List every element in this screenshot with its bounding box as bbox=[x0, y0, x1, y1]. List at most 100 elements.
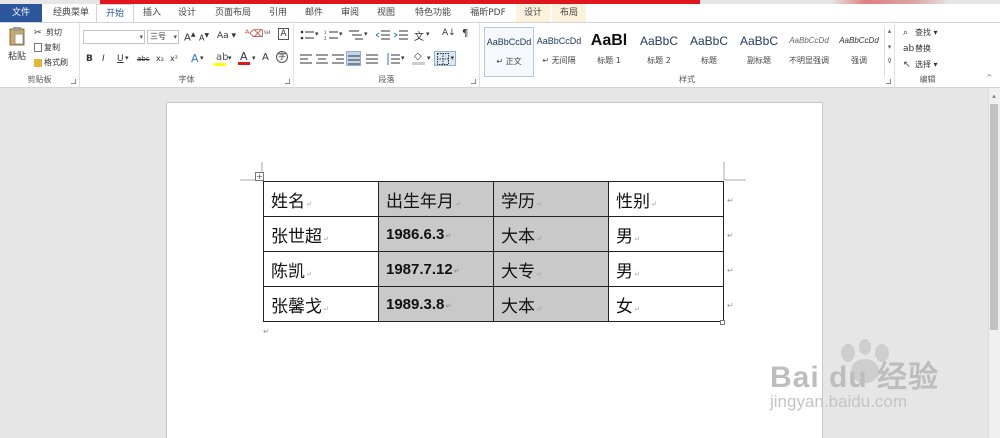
italic-button[interactable]: I bbox=[102, 54, 105, 64]
table-move-handle-icon[interactable]: + bbox=[255, 172, 264, 181]
align-left-icon[interactable] bbox=[300, 54, 312, 64]
line-spacing-dropdown-icon[interactable]: ▾ bbox=[401, 54, 405, 62]
copy-button[interactable]: 复制 bbox=[34, 42, 60, 53]
align-center-icon[interactable] bbox=[316, 54, 328, 64]
tab-table-design[interactable]: 设计 bbox=[516, 4, 550, 22]
style-no-spacing[interactable]: AaBbCcDd ↵ 无间隔 bbox=[534, 27, 584, 77]
grow-font-button[interactable]: A▲ bbox=[184, 31, 195, 43]
table-cell[interactable]: 男↵ bbox=[608, 216, 724, 252]
chinese-layout-dropdown-icon[interactable]: ▾ bbox=[426, 30, 430, 38]
style-emphasis[interactable]: AaBbCcDd 强调 bbox=[834, 27, 884, 77]
show-marks-icon[interactable]: ¶ bbox=[462, 28, 468, 39]
tab-view[interactable]: 视图 bbox=[371, 4, 401, 22]
table-cell[interactable]: 姓名↵ bbox=[263, 181, 379, 217]
table-cell[interactable]: 学历↵ bbox=[493, 181, 609, 217]
text-effects-dropdown-icon[interactable]: ▾ bbox=[200, 54, 204, 62]
tab-mailings[interactable]: 邮件 bbox=[299, 4, 329, 22]
shrink-font-button[interactable]: A▼ bbox=[199, 32, 209, 43]
paragraph-launcher-icon[interactable] bbox=[471, 79, 476, 84]
style-subtitle[interactable]: AaBbC 副标题 bbox=[734, 27, 784, 77]
char-shading-icon[interactable]: A bbox=[262, 52, 269, 63]
font-size-combo[interactable]: 三号 ▾ bbox=[147, 30, 179, 44]
tab-page-layout[interactable]: 页面布局 bbox=[208, 4, 258, 22]
table-cell[interactable]: 女↵ bbox=[608, 286, 724, 322]
cut-button[interactable]: ✂ 剪切 bbox=[34, 27, 62, 38]
table-cell[interactable]: 男↵ bbox=[608, 251, 724, 287]
style-normal[interactable]: AaBbCcDd ↵ 正文 bbox=[484, 27, 534, 77]
tab-references[interactable]: 引用 bbox=[263, 4, 293, 22]
highlight-icon[interactable]: ab bbox=[214, 52, 228, 66]
borders-button[interactable]: ▾ bbox=[434, 51, 456, 66]
table-cell[interactable]: 大本↵ bbox=[493, 216, 609, 252]
style-title[interactable]: AaBbC 标题 bbox=[684, 27, 734, 77]
numbering-dropdown-icon[interactable]: ▾ bbox=[339, 30, 343, 38]
clear-formatting-icon[interactable]: ᴬ⌫ bbox=[245, 29, 263, 40]
table-cell[interactable]: 张馨戈↵ bbox=[263, 286, 379, 322]
table-cell[interactable]: 1986.6.3↵ bbox=[378, 216, 494, 252]
replace-button[interactable]: ab替换 bbox=[903, 43, 931, 54]
enclose-char-icon[interactable]: 字 bbox=[276, 51, 288, 63]
line-spacing-icon[interactable] bbox=[386, 53, 400, 65]
more-styles-icon[interactable]: ⊽ bbox=[885, 57, 894, 65]
clipboard-launcher-icon[interactable] bbox=[71, 79, 76, 84]
style-heading-1[interactable]: AaBl 标题 1 bbox=[584, 27, 634, 77]
tab-design[interactable]: 设计 bbox=[172, 4, 202, 22]
table-cell[interactable]: 1989.3.8↵ bbox=[378, 286, 494, 322]
numbering-icon[interactable]: 12 bbox=[324, 30, 338, 40]
table-cell[interactable]: 陈凯↵ bbox=[263, 251, 379, 287]
table-cell[interactable]: 大本↵ bbox=[493, 286, 609, 322]
tab-insert[interactable]: 插入 bbox=[137, 4, 167, 22]
tab-home[interactable]: 开始 bbox=[96, 4, 134, 22]
tab-foxit-pdf[interactable]: 福昕PDF bbox=[463, 4, 513, 22]
align-right-icon[interactable] bbox=[332, 54, 344, 64]
multilevel-dropdown-icon[interactable]: ▾ bbox=[364, 30, 368, 38]
strikethrough-button[interactable]: abc bbox=[137, 55, 150, 63]
find-button[interactable]: ⌕ 查找 ▾ bbox=[903, 27, 938, 38]
distributed-icon[interactable] bbox=[366, 54, 378, 64]
highlight-dropdown-icon[interactable]: ▾ bbox=[228, 54, 232, 62]
table-resize-handle-icon[interactable] bbox=[720, 320, 725, 325]
multilevel-list-icon[interactable] bbox=[349, 30, 363, 40]
shading-icon[interactable]: ◇ bbox=[412, 51, 426, 65]
collapse-ribbon-icon[interactable]: ^ bbox=[986, 73, 993, 82]
change-case-button[interactable]: Aa ▾ bbox=[217, 31, 236, 41]
shading-dropdown-icon[interactable]: ▾ bbox=[427, 54, 431, 62]
bullets-dropdown-icon[interactable]: ▾ bbox=[315, 30, 319, 38]
style-heading-2[interactable]: AaBbC 标题 2 bbox=[634, 27, 684, 77]
font-color-icon[interactable]: A bbox=[238, 50, 250, 65]
chinese-layout-icon[interactable]: 文 bbox=[414, 28, 424, 43]
text-effects-icon[interactable]: A bbox=[191, 52, 199, 65]
chevron-up-icon[interactable]: ▴ bbox=[885, 27, 894, 35]
table-cell[interactable]: 张世超↵ bbox=[263, 216, 379, 252]
tab-special-features[interactable]: 特色功能 bbox=[408, 4, 458, 22]
increase-indent-icon[interactable] bbox=[394, 30, 408, 40]
subscript-button[interactable]: x₂ bbox=[156, 54, 164, 63]
underline-button[interactable]: U bbox=[117, 54, 124, 64]
decrease-indent-icon[interactable] bbox=[376, 30, 390, 40]
table-cell[interactable]: 性别↵ bbox=[608, 181, 724, 217]
font-color-dropdown-icon[interactable]: ▾ bbox=[252, 54, 256, 62]
font-launcher-icon[interactable] bbox=[285, 79, 290, 84]
table-cell[interactable]: 出生年月↵ bbox=[378, 181, 494, 217]
chevron-down-icon[interactable]: ▾ bbox=[885, 43, 894, 51]
justify-button[interactable] bbox=[346, 51, 361, 66]
font-name-combo[interactable]: ▾ bbox=[83, 30, 145, 44]
character-border-icon[interactable]: A bbox=[278, 28, 289, 40]
data-table[interactable]: 姓名↵ 出生年月↵ 学历↵ 性别↵ 张世超↵ 1986.6.3↵ 大本↵ 男↵ … bbox=[263, 181, 724, 322]
table-cell[interactable]: 大专↵ bbox=[493, 251, 609, 287]
table-cell[interactable]: 1987.7.12↵ bbox=[378, 251, 494, 287]
paste-button[interactable]: 粘贴 bbox=[4, 26, 30, 62]
tab-classic-menu[interactable]: 经典菜单 bbox=[48, 4, 94, 22]
tab-table-layout[interactable]: 布局 bbox=[552, 4, 586, 22]
styles-launcher-icon[interactable] bbox=[886, 79, 891, 84]
style-subtle-emphasis[interactable]: AaBbCcDd 不明显强调 bbox=[784, 27, 834, 77]
format-painter-button[interactable]: 格式刷 bbox=[34, 57, 68, 68]
styles-scroll[interactable]: ▴ ▾ ⊽ bbox=[884, 27, 894, 77]
sort-icon[interactable]: A↓ bbox=[442, 28, 456, 38]
tab-file[interactable]: 文件 bbox=[0, 4, 42, 22]
scroll-up-icon[interactable]: ▴ bbox=[990, 92, 998, 100]
select-button[interactable]: ↖ 选择 ▾ bbox=[903, 59, 938, 70]
bullets-icon[interactable] bbox=[300, 30, 314, 40]
underline-dropdown-icon[interactable]: ▾ bbox=[125, 54, 129, 62]
tab-review[interactable]: 审阅 bbox=[335, 4, 365, 22]
